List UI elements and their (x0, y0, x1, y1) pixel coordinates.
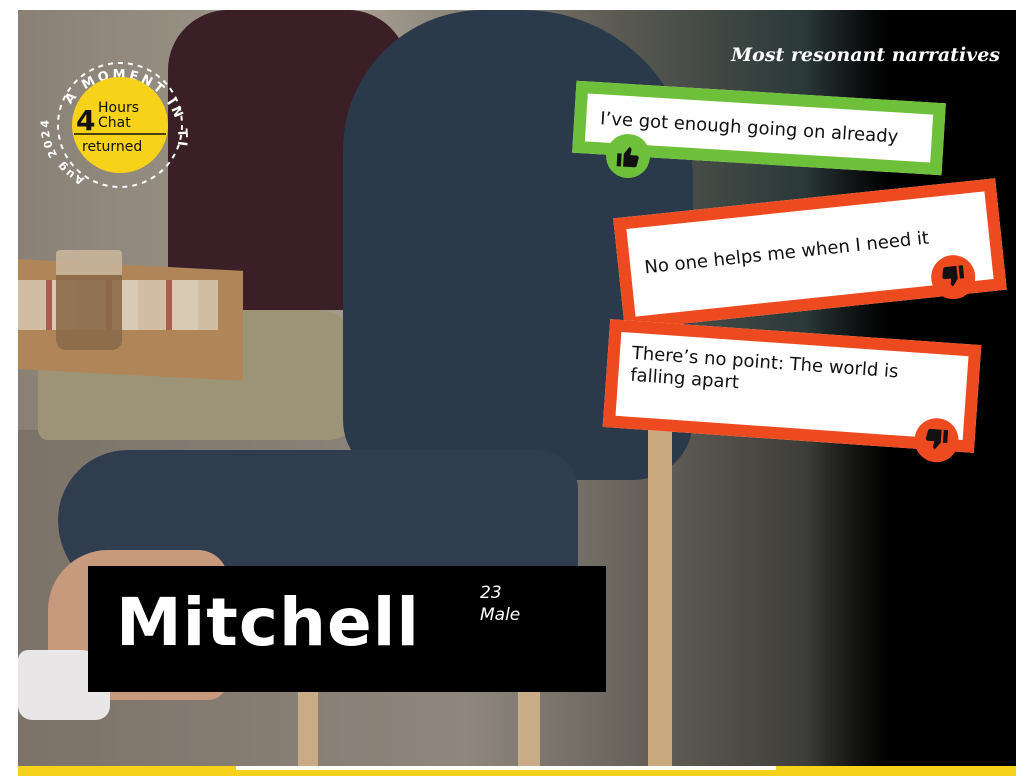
thumbs-down-icon (942, 265, 965, 287)
bottom-accent-notch-fill (236, 770, 776, 776)
narrative-text: There’s no point: The world is falling a… (629, 342, 900, 394)
narrative-text: No one helps me when I need it (643, 227, 930, 279)
stamp-line2: Chat (98, 115, 131, 131)
photo-iced-coffee (56, 250, 122, 350)
moment-in-time-stamp: A MOMENT IN TIME Aug 2024 4 Hours Chat r… (32, 30, 187, 188)
person-gender: Male (480, 605, 521, 625)
person-name: Mitchell (116, 584, 420, 661)
stamp-number: 4 (76, 104, 95, 137)
person-age: 23 (480, 583, 502, 603)
section-headline: Most resonant narratives (731, 44, 1000, 66)
thumbs-down-icon (925, 428, 949, 450)
stamp-line3: returned (82, 139, 142, 155)
stamp-line1: Hours (98, 100, 139, 116)
person-details: 23 Male (480, 582, 520, 626)
photo-chair-back (648, 390, 672, 766)
person-name-box: Mitchell 23 Male (88, 566, 606, 692)
thumbs-up-icon (616, 146, 639, 168)
